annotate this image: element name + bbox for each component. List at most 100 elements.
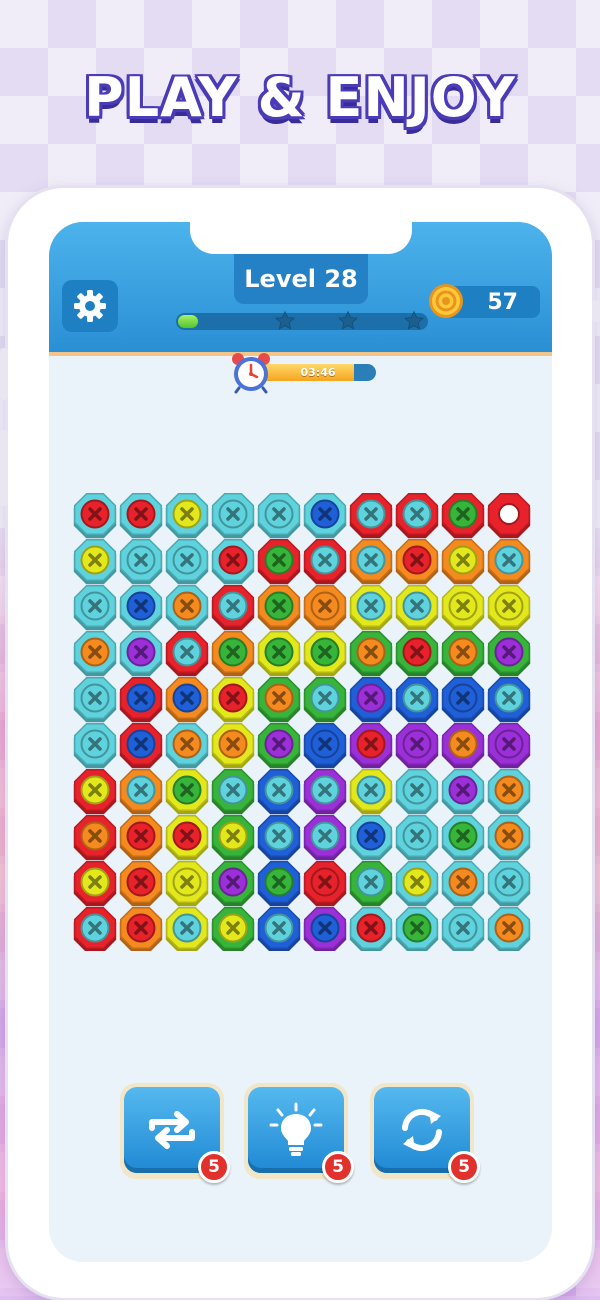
nut-piece[interactable] (303, 584, 347, 631)
nut-piece[interactable] (441, 538, 485, 585)
nut-piece[interactable] (257, 630, 301, 677)
nut-piece[interactable] (165, 768, 209, 815)
nut-piece[interactable] (119, 906, 163, 951)
shuffle-button[interactable]: 5 (370, 1083, 480, 1183)
nut-piece[interactable] (349, 814, 393, 861)
nut-piece[interactable] (487, 722, 531, 769)
nut-piece[interactable] (487, 584, 531, 631)
nut-piece[interactable] (303, 630, 347, 677)
nut-piece[interactable] (211, 906, 255, 951)
nut-piece[interactable] (349, 538, 393, 585)
nut-piece[interactable] (349, 722, 393, 769)
nut-piece[interactable] (165, 814, 209, 861)
nut-piece[interactable] (73, 584, 117, 631)
nut-piece[interactable] (487, 814, 531, 861)
nut-piece[interactable] (211, 676, 255, 723)
nut-piece[interactable] (395, 860, 439, 907)
nut-piece[interactable] (165, 492, 209, 539)
nut-piece[interactable] (257, 538, 301, 585)
nut-piece[interactable] (165, 906, 209, 951)
nut-piece[interactable] (73, 814, 117, 861)
nut-piece[interactable] (73, 906, 117, 951)
nut-piece[interactable] (349, 584, 393, 631)
nut-piece[interactable] (257, 768, 301, 815)
swap-button[interactable]: 5 (120, 1083, 230, 1183)
nut-piece[interactable] (119, 538, 163, 585)
nut-piece[interactable] (257, 814, 301, 861)
nut-piece[interactable] (395, 630, 439, 677)
nut-piece[interactable] (73, 860, 117, 907)
nut-piece[interactable] (119, 676, 163, 723)
nut-piece[interactable] (303, 676, 347, 723)
nut-piece[interactable] (211, 492, 255, 539)
nut-piece[interactable] (349, 630, 393, 677)
nut-piece[interactable] (441, 906, 485, 951)
nut-piece[interactable] (349, 906, 393, 951)
nut-piece[interactable] (165, 584, 209, 631)
nut-piece[interactable] (395, 768, 439, 815)
hint-button[interactable]: 5 (244, 1083, 354, 1183)
nut-piece[interactable] (441, 584, 485, 631)
nut-piece[interactable] (395, 492, 439, 539)
nut-piece[interactable] (487, 538, 531, 585)
nut-piece[interactable] (257, 906, 301, 951)
nut-piece[interactable] (303, 538, 347, 585)
nut-piece[interactable] (73, 676, 117, 723)
nut-piece[interactable] (349, 860, 393, 907)
nut-piece[interactable] (211, 860, 255, 907)
nut-piece[interactable] (441, 722, 485, 769)
nut-piece[interactable] (487, 676, 531, 723)
nut-piece[interactable] (487, 768, 531, 815)
nut-piece[interactable] (165, 722, 209, 769)
nut-piece[interactable] (303, 814, 347, 861)
settings-button[interactable] (62, 280, 118, 332)
nut-piece[interactable] (349, 492, 393, 539)
nut-piece[interactable] (211, 768, 255, 815)
nut-piece[interactable] (349, 768, 393, 815)
nut-piece[interactable] (73, 722, 117, 769)
nut-piece[interactable] (303, 492, 347, 539)
nut-piece[interactable] (303, 906, 347, 951)
nut-piece[interactable] (73, 630, 117, 677)
nut-piece[interactable] (395, 814, 439, 861)
nut-piece[interactable] (119, 722, 163, 769)
nut-piece[interactable] (119, 814, 163, 861)
nut-piece[interactable] (165, 630, 209, 677)
nut-piece[interactable] (211, 584, 255, 631)
nut-piece[interactable] (119, 492, 163, 539)
nut-piece[interactable] (257, 492, 301, 539)
nut-piece[interactable] (441, 768, 485, 815)
nut-piece[interactable] (395, 906, 439, 951)
nut-piece[interactable] (441, 814, 485, 861)
nut-piece[interactable] (211, 814, 255, 861)
nut-piece[interactable] (119, 768, 163, 815)
nut-piece[interactable] (119, 860, 163, 907)
nut-piece[interactable] (257, 676, 301, 723)
nut-piece[interactable] (303, 722, 347, 769)
nut-piece[interactable] (441, 630, 485, 677)
nut-piece[interactable] (165, 676, 209, 723)
nut-piece[interactable] (119, 584, 163, 631)
nut-piece[interactable] (211, 630, 255, 677)
nut-piece[interactable] (487, 860, 531, 907)
nut-piece[interactable] (165, 860, 209, 907)
nut-piece[interactable] (303, 768, 347, 815)
nut-piece[interactable] (395, 676, 439, 723)
nut-piece[interactable] (73, 492, 117, 539)
nut-piece[interactable] (73, 538, 117, 585)
nut-piece[interactable] (211, 538, 255, 585)
nut-piece[interactable] (487, 630, 531, 677)
nut-piece[interactable] (257, 584, 301, 631)
nut-piece[interactable] (303, 860, 347, 907)
nut-piece[interactable] (257, 860, 301, 907)
nut-piece[interactable] (73, 768, 117, 815)
nut-piece[interactable] (257, 722, 301, 769)
nut-piece[interactable] (395, 584, 439, 631)
nut-piece[interactable] (211, 722, 255, 769)
nut-piece[interactable] (441, 676, 485, 723)
nut-piece[interactable] (119, 630, 163, 677)
nut-piece[interactable] (165, 538, 209, 585)
nut-piece[interactable] (395, 538, 439, 585)
nut-piece[interactable] (487, 492, 531, 539)
nut-piece[interactable] (487, 906, 531, 951)
